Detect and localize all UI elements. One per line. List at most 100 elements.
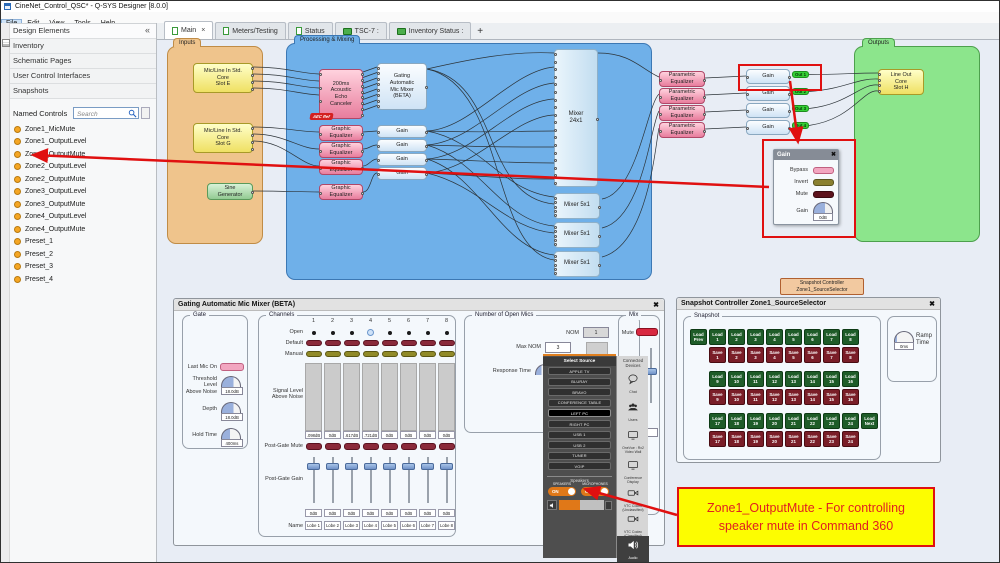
device-vtc-codec-classified-[interactable]: VTC Codec (Classified)	[617, 512, 649, 538]
search-box[interactable]	[73, 107, 139, 119]
post-gate-mute-button[interactable]	[420, 443, 436, 450]
default-button[interactable]	[363, 340, 379, 346]
save-21-button[interactable]: Save21	[785, 431, 802, 447]
save-11-button[interactable]: Save11	[747, 389, 764, 405]
manual-button[interactable]	[325, 351, 341, 357]
load-5-button[interactable]: Load5	[785, 329, 802, 345]
block-mic-line-slot-g[interactable]: Mic/Line In Std. Core Slot G	[193, 123, 253, 153]
post-gate-mute-button[interactable]	[306, 443, 322, 450]
block-output-gain-1[interactable]: Gain	[746, 69, 790, 84]
post-gate-mute-button[interactable]	[382, 443, 398, 450]
source-button-voip[interactable]: VOIP	[548, 462, 611, 470]
block-gating-mic-mixer[interactable]: Gating Automatic Mic Mixer (BETA)	[377, 63, 427, 110]
named-control-item[interactable]: Zone4_OutputLevel	[10, 211, 156, 224]
manual-button[interactable]	[306, 351, 322, 357]
default-button[interactable]	[439, 340, 455, 346]
default-button[interactable]	[382, 340, 398, 346]
save-19-button[interactable]: Save19	[747, 431, 764, 447]
close-icon[interactable]: ×	[201, 27, 205, 34]
save-14-button[interactable]: Save14	[804, 389, 821, 405]
device-onevue-rx2-video-wall[interactable]: OneVue : Rx2 Video Wall	[617, 428, 649, 454]
slider-handle[interactable]	[440, 463, 453, 470]
load-12-button[interactable]: Load12	[766, 371, 783, 387]
named-control-item[interactable]: Preset_2	[10, 248, 156, 261]
manual-button[interactable]	[439, 351, 455, 357]
block-sine-generator[interactable]: Sine Generator	[207, 183, 253, 200]
tab-meters-testing[interactable]: Meters/Testing	[215, 22, 286, 39]
named-control-item[interactable]: Preset_3	[10, 261, 156, 274]
gain-knob[interactable]	[813, 202, 833, 213]
toggle-microphones[interactable]: ON	[581, 487, 609, 496]
block-graphic-eq-4[interactable]: Graphic Equalizer	[319, 184, 363, 200]
source-button-usb-1[interactable]: USB 1	[548, 431, 611, 439]
load-1-button[interactable]: Load1	[709, 329, 726, 345]
source-button-usb-2[interactable]: USB 2	[548, 441, 611, 449]
load-prev-button[interactable]: LoadPrev	[690, 329, 707, 345]
load-2-button[interactable]: Load2	[728, 329, 745, 345]
last-mic-on-button[interactable]	[220, 363, 244, 371]
manual-button[interactable]	[420, 351, 436, 357]
load-17-button[interactable]: Load17	[709, 413, 726, 429]
save-2-button[interactable]: Save2	[728, 347, 745, 363]
search-filter-button[interactable]	[141, 107, 150, 119]
gain-popup-title[interactable]: Gain	[774, 150, 838, 160]
block-parametric-eq-3[interactable]: Parametric Equalizer	[659, 105, 705, 121]
close-icon[interactable]: ✖	[831, 151, 836, 158]
save-13-button[interactable]: Save13	[785, 389, 802, 405]
slider-handle[interactable]	[326, 463, 339, 470]
save-17-button[interactable]: Save17	[709, 431, 726, 447]
block-graphic-eq-1[interactable]: Graphic Equalizer	[319, 125, 363, 141]
tab-inventory-status-[interactable]: Inventory Status :	[389, 22, 471, 39]
block-mixer-5x1-c[interactable]: Mixer 5x1	[554, 251, 600, 277]
tab-main[interactable]: Main×	[164, 21, 213, 39]
sidebar-section-user-control-interfaces[interactable]: User Control Interfaces	[10, 69, 156, 84]
search-input[interactable]	[75, 108, 131, 120]
default-button[interactable]	[401, 340, 417, 346]
close-icon[interactable]: ✖	[929, 300, 935, 308]
block-mixer-5x1-b[interactable]: Mixer 5x1	[554, 222, 600, 248]
post-gate-mute-button[interactable]	[325, 443, 341, 450]
block-gain-2[interactable]: Gain	[377, 139, 427, 152]
source-button-conference-table[interactable]: CONFERENCE TABLE	[548, 399, 611, 407]
named-control-item[interactable]: Preset_1	[10, 236, 156, 249]
block-mixer-5x1-a[interactable]: Mixer 5x1	[554, 193, 600, 219]
save-6-button[interactable]: Save6	[804, 347, 821, 363]
save-1-button[interactable]: Save1	[709, 347, 726, 363]
block-parametric-eq-2[interactable]: Parametric Equalizer	[659, 88, 705, 104]
load-next-button[interactable]: LoadNext	[861, 413, 878, 429]
default-button[interactable]	[344, 340, 360, 346]
block-parametric-eq-4[interactable]: Parametric Equalizer	[659, 122, 705, 138]
block-output-gain-2[interactable]: Gain	[746, 86, 790, 101]
block-line-out-slot-h[interactable]: Line Out Core Slot H	[878, 69, 924, 95]
default-button[interactable]	[306, 340, 322, 346]
named-control-item[interactable]: Zone2_OutputMute	[10, 173, 156, 186]
load-24-button[interactable]: Load24	[842, 413, 859, 429]
default-button[interactable]	[420, 340, 436, 346]
block-output-gain-4[interactable]: Gain	[746, 120, 790, 135]
ramp-time-knob[interactable]	[894, 331, 914, 342]
block-gain-4[interactable]: Gain	[377, 167, 427, 180]
named-control-item[interactable]: Zone3_OutputLevel	[10, 186, 156, 199]
load-3-button[interactable]: Load3	[747, 329, 764, 345]
new-tab-button[interactable]: +	[477, 26, 483, 37]
sidebar-section-design-elements[interactable]: Design Elements	[10, 23, 156, 39]
bypass-button[interactable]	[813, 167, 834, 174]
block-output-gain-3[interactable]: Gain	[746, 103, 790, 118]
slider-handle[interactable]	[364, 463, 377, 470]
load-13-button[interactable]: Load13	[785, 371, 802, 387]
source-button-right-pc[interactable]: RIGHT PC	[548, 420, 611, 428]
slider-handle[interactable]	[307, 463, 320, 470]
post-gate-mute-button[interactable]	[401, 443, 417, 450]
named-control-item[interactable]: Zone1_MicMute	[10, 123, 156, 136]
device-chat[interactable]: Chat	[617, 372, 649, 394]
mute-button[interactable]	[813, 191, 834, 198]
block-aec[interactable]: 200ms Acoustic Echo Canceler	[319, 69, 363, 119]
volume-speaker-icon[interactable]	[547, 500, 557, 510]
post-gate-mute-button[interactable]	[363, 443, 379, 450]
slider-handle[interactable]	[345, 463, 358, 470]
invert-button[interactable]	[813, 179, 834, 186]
source-button-left-pc[interactable]: LEFT PC	[548, 409, 611, 417]
volume-slider[interactable]	[559, 500, 604, 510]
save-22-button[interactable]: Save22	[804, 431, 821, 447]
slider-handle[interactable]	[402, 463, 415, 470]
